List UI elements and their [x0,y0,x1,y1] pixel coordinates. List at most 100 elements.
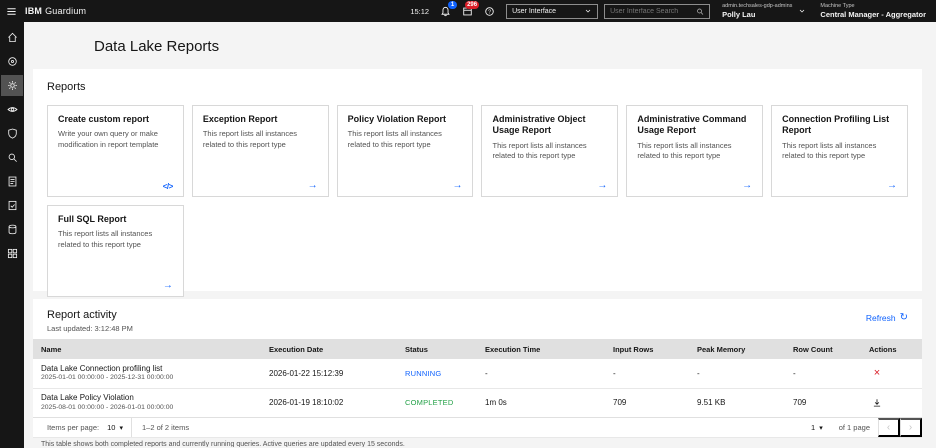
ui-scope-selector[interactable]: User Interface [506,3,599,19]
card-description: This report lists all instances related … [637,140,732,161]
card-title: Administrative Command Usage Report [637,114,747,136]
card-description: This report lists all instances related … [782,140,877,161]
sidebar-item-data[interactable] [1,219,23,240]
reports-panel: Reports Create custom report Write your … [33,69,922,297]
status-badge: COMPLETED [405,398,454,408]
database-icon [8,224,16,235]
code-icon: </> [162,182,174,191]
sidebar-item-monitor[interactable] [1,99,23,120]
user-group-text: admin.techsales-gdp-admins [722,3,793,10]
table-header-row: Name Execution Date Status Execution Tim… [33,339,922,359]
machine-type-label: Machine Type [820,3,855,10]
card-title: Administrative Object Usage Report [492,114,586,136]
card-connection-profiling-list-report[interactable]: Connection Profiling List Report This re… [771,105,908,197]
row-count: 709 [785,387,861,417]
close-icon: × [873,366,881,379]
document-icon [8,176,16,187]
report-period: 2025-01-01 00:00:00 - 2025-12-31 00:00:0… [41,374,174,382]
col-header-row-count: Row Count [785,339,861,359]
card-title: Full SQL Report [58,214,127,224]
sidebar-item-dashboards[interactable] [1,243,23,264]
previous-page-button[interactable]: ‹ [878,418,900,437]
reports-section-title: Reports [47,81,86,93]
card-admin-command-usage-report[interactable]: Administrative Command Usage Report This… [626,105,764,197]
last-updated-text: Last updated: 3:12:48 PM [47,324,133,333]
refresh-label: Refresh [865,313,896,323]
brand-ibm: IBM [25,6,43,16]
notifications-bell-icon[interactable]: 1 [434,0,458,22]
report-activity-table: Name Execution Date Status Execution Tim… [33,339,922,417]
table-footnote: This table shows both completed reports … [33,437,922,447]
card-description: This report lists all instances related … [492,140,587,161]
card-admin-object-usage-report[interactable]: Administrative Object Usage Report This … [481,105,619,197]
card-create-custom-report[interactable]: Create custom report Write your own quer… [47,105,184,197]
chevron-down-icon [585,9,591,13]
chevron-down-icon: ▾ [819,424,823,432]
col-header-input-rows: Input Rows [605,339,689,359]
arrow-right-icon: → [597,180,608,191]
refresh-button[interactable]: Refresh ↻ [865,313,908,324]
sidebar-item-reports[interactable] [1,171,23,192]
col-header-peak-memory: Peak Memory [689,339,785,359]
cancel-query-button[interactable]: × [869,365,885,381]
svg-text:?: ? [488,9,491,15]
input-rows: - [613,368,616,378]
gear-icon [7,81,17,90]
arrow-right-icon: → [452,180,463,191]
download-report-button[interactable] [869,395,885,411]
help-icon[interactable]: ? [478,0,500,22]
sidebar-item-protect[interactable] [1,123,23,144]
card-description: This report lists all instances related … [58,229,153,249]
peak-memory: - [697,368,700,378]
top-bar: IBM Guardium 15:12 1 296 ? User Interface… [0,0,936,22]
eye-icon [6,107,18,112]
ui-scope-value: User Interface [512,7,557,15]
user-menu[interactable]: admin.techsales-gdp-admins Polly Lau [722,3,806,19]
col-header-status: Status [397,339,477,359]
items-range-text: 1–2 of 2 items [141,423,190,432]
card-title: Exception Report [202,114,278,124]
execution-time: - [485,368,488,378]
input-rows: 709 [605,387,689,417]
activity-section-title: Report activity [47,309,117,321]
chevron-down-icon [800,9,805,13]
home-icon [7,32,17,43]
next-page-button[interactable]: › [900,418,922,437]
col-header-name: Name [33,339,261,359]
status-badge: RUNNING [405,368,442,378]
card-full-sql-report[interactable]: Full SQL Report This report lists all in… [47,205,184,297]
activity-header: Report activity Last updated: 3:12:48 PM [47,309,133,333]
report-cards-grid: Create custom report Write your own quer… [47,105,908,297]
arrow-right-icon: → [307,180,318,191]
sidebar-item-home[interactable] [1,27,23,48]
menu-icon[interactable] [0,0,22,22]
card-policy-violation-report[interactable]: Policy Violation Report This report list… [336,105,474,197]
search-icon [697,8,704,15]
items-per-page-label: Items per page: [47,423,100,432]
search-icon [8,153,17,162]
page-title: Data Lake Reports [94,38,220,55]
sidebar-item-settings[interactable] [1,75,23,96]
card-exception-report[interactable]: Exception Report This report lists all i… [191,105,329,197]
pagination-bar: Items per page: 10 ▾ 1–2 of 2 items 1 ▾ … [33,417,922,437]
search-input[interactable] [610,7,697,15]
row-count: - [793,368,796,378]
machine-type-value: Central Manager - Aggregator [820,9,926,19]
report-name: Data Lake Policy Violation [41,393,134,403]
sidebar-item-search[interactable] [1,147,23,168]
card-title: Policy Violation Report [347,114,447,124]
shield-icon [7,128,17,139]
tasks-icon[interactable]: 296 [456,0,480,22]
arrow-right-icon: → [886,180,897,191]
sidebar-item-discover[interactable] [1,51,23,72]
sidebar-item-audit[interactable] [1,195,23,216]
grid-icon [7,248,17,259]
clock-text: 15:12 [410,6,430,16]
report-period: 2025-08-01 00:00:00 - 2026-01-01 00:00:0… [41,403,174,411]
col-header-execution-time: Execution Time [477,339,605,359]
card-description: This report lists all instances related … [202,129,298,149]
items-per-page-select[interactable]: 10 ▾ [99,418,131,437]
page-number-value: 1 [811,423,816,432]
page-number-select[interactable]: 1 ▾ [803,418,831,437]
report-name: Data Lake Connection profiling list [41,363,163,373]
